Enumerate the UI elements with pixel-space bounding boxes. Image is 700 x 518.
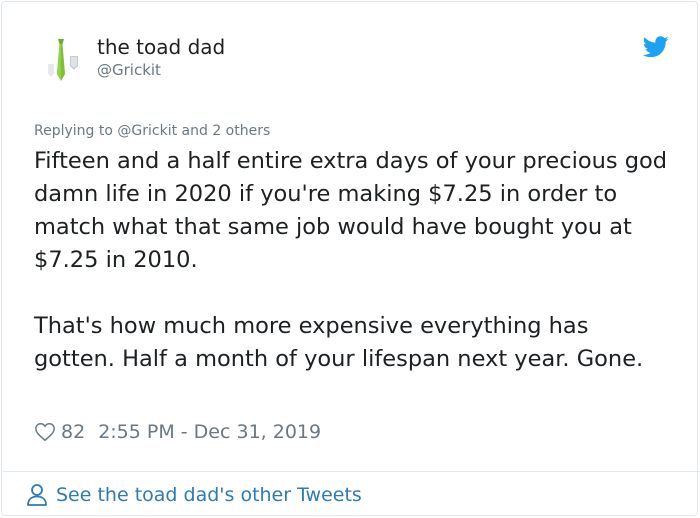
tweet-card: the toad dad @Grickit Replying to @Grick…	[1, 1, 700, 516]
tie-avatar-icon	[34, 34, 86, 86]
author-name[interactable]: the toad dad	[97, 35, 225, 59]
avatar[interactable]	[34, 34, 86, 86]
footer-divider	[3, 471, 700, 472]
tweet-timestamp[interactable]: 2:55 PM - Dec 31, 2019	[98, 421, 321, 443]
person-icon	[26, 483, 48, 507]
reply-context: Replying to @Grickit and 2 others	[34, 121, 270, 141]
twitter-bird-icon[interactable]	[642, 36, 669, 58]
reply-mention[interactable]: @Grickit	[117, 123, 177, 139]
other-tweets-link[interactable]: See the toad dad's other Tweets	[26, 482, 362, 508]
author-handle[interactable]: @Grickit	[97, 60, 161, 80]
tweet-meta: 82 2:55 PM - Dec 31, 2019	[34, 419, 321, 445]
reply-prefix: Replying to	[34, 123, 113, 139]
like-count[interactable]: 82	[61, 421, 85, 443]
tweet-text: Fifteen and a half entire extra days of …	[34, 148, 668, 372]
heart-icon[interactable]	[34, 421, 56, 443]
reply-suffix[interactable]: and 2 others	[182, 123, 271, 139]
other-tweets-label[interactable]: See the toad dad's other Tweets	[56, 484, 362, 506]
